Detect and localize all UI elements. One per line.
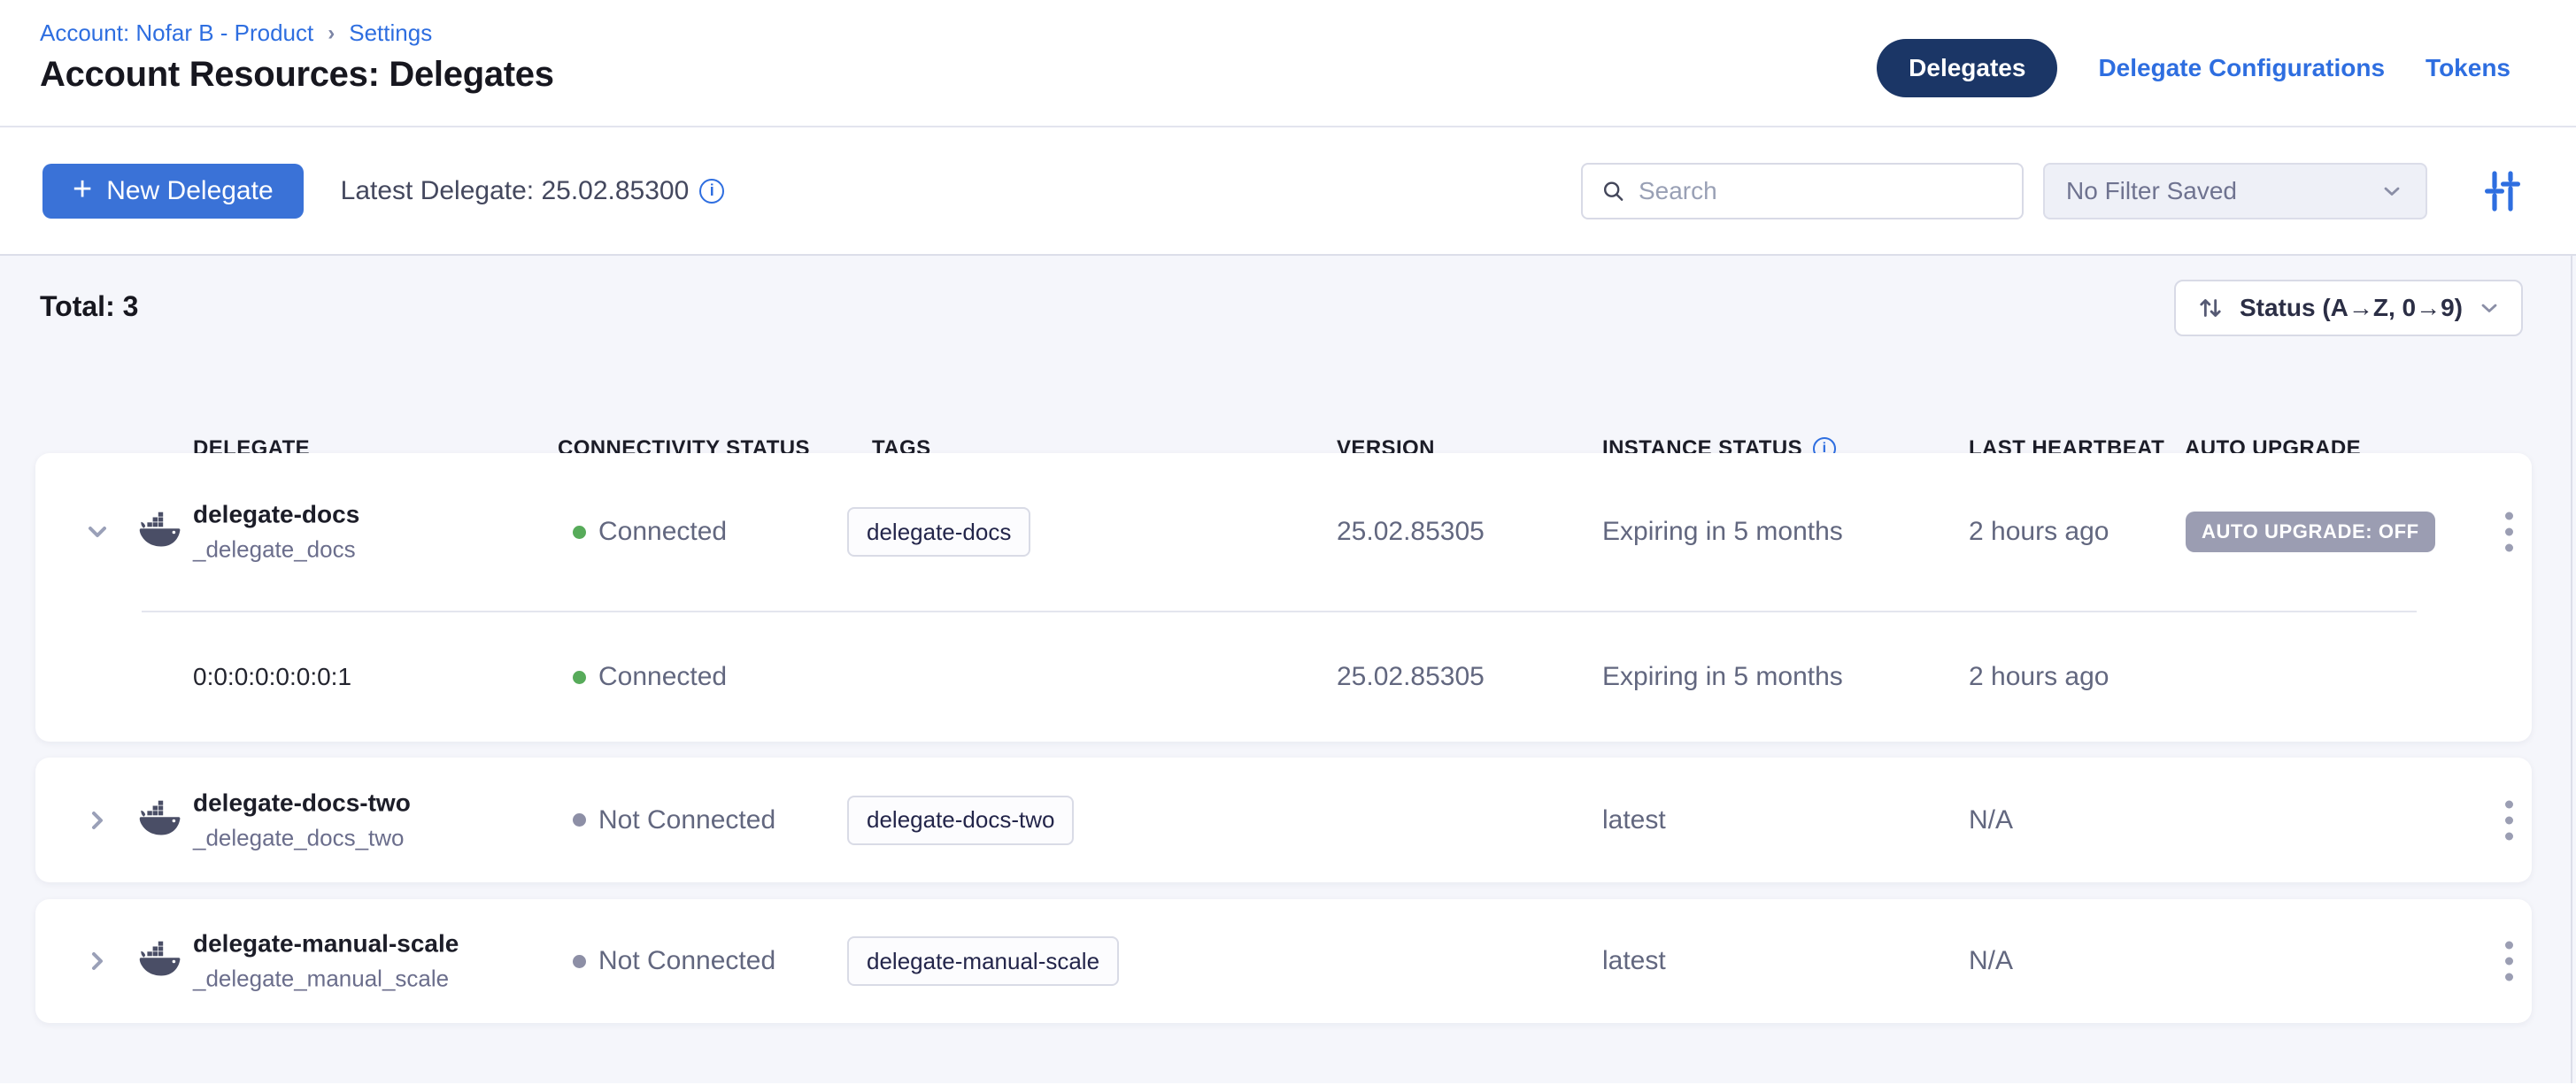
delegate-name[interactable]: delegate-manual-scale xyxy=(193,930,459,958)
docker-whale-icon xyxy=(138,941,182,982)
delegate-row-delegate-manual-scale[interactable]: delegate-manual-scale _delegate_manual_s… xyxy=(35,899,2532,1023)
delegate-name-block: delegate-docs-two _delegate_docs_two xyxy=(193,789,411,851)
delegate-row-main: delegate-docs-two _delegate_docs_two Not… xyxy=(35,758,2532,882)
not-connected-dot-icon xyxy=(573,955,586,968)
search-input[interactable] xyxy=(1639,177,2004,205)
tag-chip: delegate-docs-two xyxy=(847,796,1074,845)
tag-chip: delegate-docs xyxy=(847,507,1030,557)
delegate-row-delegate-docs[interactable]: delegate-docs _delegate_docs Connected d… xyxy=(35,453,2532,742)
connected-dot-icon xyxy=(573,671,586,684)
instance-status-cell: Expiring in 5 months xyxy=(1602,662,1843,692)
delegate-instance-row: 0:0:0:0:0:0:0:1 Connected 25.02.85305 Ex… xyxy=(35,612,2532,742)
version-cell: 25.02.85305 xyxy=(1337,517,1485,547)
connectivity-label: Not Connected xyxy=(598,946,775,976)
new-delegate-button[interactable]: + New Delegate xyxy=(42,164,304,219)
expand-row-button[interactable] xyxy=(81,806,113,835)
tags-cell: delegate-docs xyxy=(847,507,1030,557)
instance-status-cell: Expiring in 5 months xyxy=(1602,517,1843,547)
collapse-row-button[interactable] xyxy=(81,518,113,546)
docker-whale-icon xyxy=(138,799,182,841)
tags-cell: delegate-manual-scale xyxy=(847,936,1119,986)
chevron-down-icon xyxy=(83,518,112,546)
latest-delegate-version: Latest Delegate: 25.02.85300 i xyxy=(341,176,725,206)
connectivity-status: Not Connected xyxy=(573,946,775,976)
auto-upgrade-badge: AUTO UPGRADE: OFF xyxy=(2186,512,2435,552)
row-menu-button[interactable] xyxy=(2489,800,2528,840)
delegate-id: _delegate_docs_two xyxy=(193,824,411,851)
saved-filter-dropdown[interactable]: No Filter Saved xyxy=(2043,163,2427,219)
saved-filter-label: No Filter Saved xyxy=(2066,177,2237,205)
delegate-row-main: delegate-docs _delegate_docs Connected d… xyxy=(35,453,2532,611)
latest-delegate-text: Latest Delegate: 25.02.85300 xyxy=(341,176,690,206)
expand-row-button[interactable] xyxy=(81,947,113,975)
total-count: Total: 3 xyxy=(40,290,138,323)
breadcrumb: Account: Nofar B - Product › Settings xyxy=(40,19,432,47)
sort-arrows-icon xyxy=(2195,293,2225,323)
instance-host: 0:0:0:0:0:0:0:1 xyxy=(193,663,351,691)
delegate-name[interactable]: delegate-docs-two xyxy=(193,789,411,817)
search-icon xyxy=(1600,177,1626,205)
connectivity-status: Connected xyxy=(573,662,727,692)
connectivity-status: Not Connected xyxy=(573,805,775,835)
filter-sliders-icon xyxy=(2477,168,2526,214)
filter-panel-button[interactable] xyxy=(2477,168,2526,214)
row-menu-button[interactable] xyxy=(2489,512,2528,552)
not-connected-dot-icon xyxy=(573,813,586,827)
sort-label: Status (A→Z, 0→9) xyxy=(2240,294,2463,322)
breadcrumb-settings-link[interactable]: Settings xyxy=(349,19,432,47)
tab-bar: Delegates Delegate Configurations Tokens xyxy=(1877,39,2510,97)
chevron-right-icon: › xyxy=(328,21,335,46)
tags-cell: delegate-docs-two xyxy=(847,796,1074,845)
chevron-down-icon xyxy=(2379,179,2404,204)
chevron-right-icon xyxy=(83,806,112,835)
delegates-list-section: Total: 3 Status (A→Z, 0→9) DELEGATE CONN… xyxy=(0,256,2576,1083)
tag-chip: delegate-manual-scale xyxy=(847,936,1119,986)
tab-tokens[interactable]: Tokens xyxy=(2426,54,2510,82)
last-heartbeat-cell: N/A xyxy=(1969,946,2013,976)
last-heartbeat-cell: N/A xyxy=(1969,805,2013,835)
delegate-row-delegate-docs-two[interactable]: delegate-docs-two _delegate_docs_two Not… xyxy=(35,758,2532,882)
page-header: Account: Nofar B - Product › Settings Ac… xyxy=(0,0,2576,127)
last-heartbeat-cell: 2 hours ago xyxy=(1969,662,2109,692)
page-title: Account Resources: Delegates xyxy=(40,55,554,95)
connectivity-label: Not Connected xyxy=(598,805,775,835)
connectivity-status: Connected xyxy=(573,517,727,547)
instance-status-cell: latest xyxy=(1602,805,1666,835)
breadcrumb-account-link[interactable]: Account: Nofar B - Product xyxy=(40,19,313,47)
search-box xyxy=(1581,163,2024,219)
sort-dropdown[interactable]: Status (A→Z, 0→9) xyxy=(2174,280,2523,336)
docker-whale-icon xyxy=(138,512,182,553)
delegate-id: _delegate_docs xyxy=(193,536,359,564)
connectivity-label: Connected xyxy=(598,662,727,692)
instance-status-cell: latest xyxy=(1602,946,1666,976)
last-heartbeat-cell: 2 hours ago xyxy=(1969,517,2109,547)
delegate-name-block: delegate-docs _delegate_docs xyxy=(193,501,359,564)
toolbar: + New Delegate Latest Delegate: 25.02.85… xyxy=(0,127,2576,256)
chevron-down-icon xyxy=(2477,296,2502,320)
tab-delegates[interactable]: Delegates xyxy=(1877,39,2057,97)
tab-delegate-configurations[interactable]: Delegate Configurations xyxy=(2098,54,2385,82)
delegate-name[interactable]: delegate-docs xyxy=(193,501,359,529)
connected-dot-icon xyxy=(573,526,586,539)
chevron-right-icon xyxy=(83,947,112,975)
delegate-id: _delegate_manual_scale xyxy=(193,966,459,993)
info-icon[interactable]: i xyxy=(699,179,724,204)
row-menu-button[interactable] xyxy=(2489,942,2528,981)
version-cell: 25.02.85305 xyxy=(1337,662,1485,692)
new-delegate-button-label: New Delegate xyxy=(106,176,273,206)
connectivity-label: Connected xyxy=(598,517,727,547)
delegate-row-main: delegate-manual-scale _delegate_manual_s… xyxy=(35,899,2532,1023)
plus-icon: + xyxy=(73,173,92,206)
delegate-name-block: delegate-manual-scale _delegate_manual_s… xyxy=(193,930,459,993)
